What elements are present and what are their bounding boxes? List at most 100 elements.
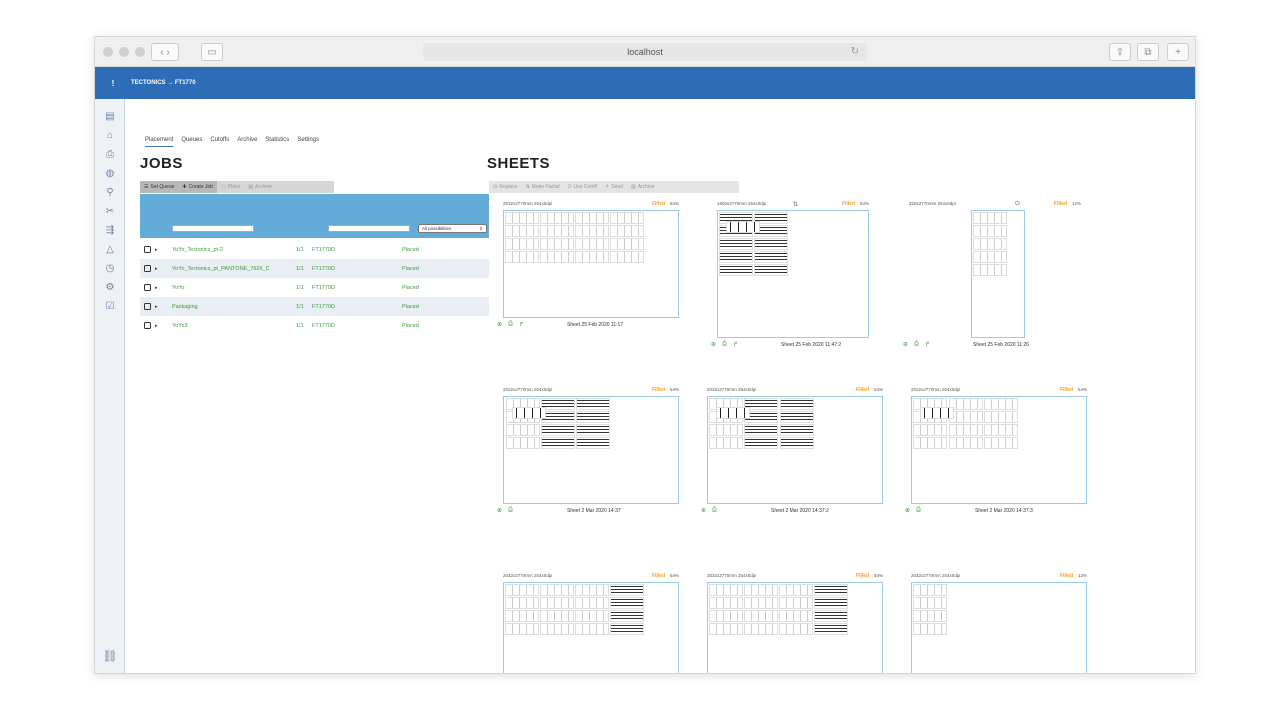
info-icon[interactable]: ⊕ <box>701 507 706 514</box>
name-filter-input[interactable] <box>172 225 254 232</box>
sheet-preview[interactable] <box>971 210 1025 338</box>
tab-statistics[interactable]: Statistics <box>265 137 289 147</box>
cutoff-icon[interactable]: ⏻ <box>1015 201 1020 208</box>
close-dot[interactable] <box>103 47 113 57</box>
ink-icon[interactable]: ◍ <box>95 164 125 183</box>
table-row[interactable]: ▸ YoYo_Tectonics_pt_PANTONE_7626_C 1/1 FT1… <box>140 259 489 278</box>
print-icon[interactable]: ⎙ <box>508 507 513 514</box>
window-controls <box>103 47 145 57</box>
share-icon[interactable]: ↱ <box>519 321 524 328</box>
tab-settings[interactable]: Settings <box>297 137 319 147</box>
send-icon: ↱ <box>605 184 610 190</box>
menu-icon[interactable]: ! <box>95 79 131 88</box>
expand-arrow-icon[interactable]: ▸ <box>155 323 158 329</box>
expand-arrow-icon[interactable]: ▸ <box>155 266 158 272</box>
row-checkbox[interactable] <box>144 303 151 310</box>
tabs-icon[interactable]: ⧉ <box>1137 43 1159 61</box>
send-button[interactable]: ↱ Send <box>601 181 627 193</box>
info-icon[interactable]: ⊕ <box>497 321 502 328</box>
sheet-card[interactable]: 2032x2770mm 254x0dpi Filled 54% ⊕ ⎙ Sheet 2 … <box>497 387 679 517</box>
row-checkbox[interactable] <box>144 265 151 272</box>
network-icon[interactable]: ⚲ <box>95 183 125 202</box>
clock-icon[interactable]: ◷ <box>95 259 125 278</box>
split-icon[interactable]: ⇶ <box>95 221 125 240</box>
sheet-preview[interactable] <box>707 396 883 504</box>
link-icon[interactable]: ⛓ <box>95 649 125 663</box>
expand-arrow-icon[interactable]: ▸ <box>155 285 158 291</box>
gear-icon[interactable]: ⚙ <box>95 278 125 297</box>
queue-filter-input[interactable] <box>328 225 410 232</box>
print-icon[interactable]: ⎙ <box>914 341 919 348</box>
print-icon[interactable]: ⎙ <box>722 341 727 348</box>
sheet-card[interactable]: 2032x2770mm 254x0dpi Filled 54% ⊕ ⎙ Sheet 2 … <box>701 387 883 517</box>
place-button[interactable]: ▢ Place <box>217 181 244 193</box>
create-job-button[interactable]: ✚ Create Job <box>178 181 218 193</box>
sheet-preview[interactable] <box>503 396 679 504</box>
sheet-preview[interactable] <box>707 582 883 673</box>
sheet-label: Sheet 25 Feb 2020 11:17 <box>567 322 624 328</box>
scissors-icon[interactable]: ✂ <box>95 202 125 221</box>
expand-arrow-icon[interactable]: ▸ <box>155 247 158 253</box>
sheet-card[interactable]: 2032x2770mm 254x0dpi Filled 54% ⊕ ⎙ Sheet 2 … <box>905 387 1087 517</box>
back-forward-buttons[interactable]: ‹ › <box>151 43 179 61</box>
sheet-card[interactable]: 1600x2770mm 254x0dpi ⇅ Filled 54% ⊕ ⎙ ↱ Sheet … <box>711 201 869 351</box>
set-queue-button[interactable]: ☰ Set Queue <box>140 181 179 193</box>
sheet-label: Sheet 25 Feb 2020 11:26 <box>973 342 1030 348</box>
table-row[interactable]: ▸ YoYo 1/1 FT1770D Placed <box>140 278 489 297</box>
filled-label: Filled <box>841 201 855 207</box>
use-cutoff-button[interactable]: ⏻ Use Cutoff <box>564 181 602 193</box>
place-icon: ▢ <box>221 184 226 190</box>
home-icon[interactable]: ⌂ <box>95 126 125 145</box>
tab-placement[interactable]: Placement <box>145 137 174 147</box>
warning-icon[interactable]: △ <box>95 240 125 259</box>
sheet-card[interactable]: 2032x2770mm 254x0dpi Filled 13% <box>911 573 1087 673</box>
sheet-preview[interactable] <box>911 396 1087 504</box>
sheet-card[interactable]: 2032x2770mm 254x0dpi Filled 54% <box>707 573 883 673</box>
make-partial-button[interactable]: ⇅ Make Partial <box>522 181 564 193</box>
row-checkbox[interactable] <box>144 284 151 291</box>
row-checkbox[interactable] <box>144 246 151 253</box>
table-row[interactable]: ▸ YoYo_Tectonics_pt-2 1/1 FT1770D Placed <box>140 240 489 259</box>
sidebar: ▤ ⌂ ⎙ ◍ ⚲ ✂ ⇶ △ ◷ ⚙ ☑ ⛓ <box>95 99 125 673</box>
sheet-preview[interactable] <box>717 210 869 338</box>
status-filter-select[interactable]: All possibilities ⇕ <box>418 224 487 233</box>
database-icon[interactable]: ▤ <box>95 107 125 126</box>
reload-icon[interactable]: ↻ <box>851 46 859 57</box>
info-icon[interactable]: ⊕ <box>497 507 502 514</box>
share-icon[interactable]: ⇪ <box>1109 43 1131 61</box>
print-icon[interactable]: ⎙ <box>916 507 921 514</box>
expand-arrow-icon[interactable]: ▸ <box>155 304 158 310</box>
replace-button[interactable]: ⊟ Replace <box>489 181 522 193</box>
info-icon[interactable]: ⊕ <box>711 341 716 348</box>
jobs-table-header: All possibilities ⇕ <box>140 194 489 238</box>
sheet-card[interactable]: 2032x2770mm 254x0dpi Filled 54% ⊕ ⎙ ↱ Sheet 2… <box>497 201 679 331</box>
sheet-preview[interactable] <box>503 582 679 673</box>
table-row[interactable]: ▸ YoYo3 1/1 FT1770D Placed <box>140 316 489 335</box>
tab-cutoffs[interactable]: Cutoffs <box>210 137 229 147</box>
minimize-dot[interactable] <box>119 47 129 57</box>
print-icon[interactable]: ⎙ <box>508 321 513 328</box>
sheet-card[interactable]: 2032x2770mm 254x0dpi Filled 54% <box>503 573 679 673</box>
zoom-dot[interactable] <box>135 47 145 57</box>
printer-icon[interactable]: ⎙ <box>95 145 125 164</box>
filled-label: Filled <box>651 387 665 393</box>
sheet-card[interactable]: 320x2770mm 254x0dpi ⏻ Filled 12% ⊕ ⎙ ↱ Sheet 2… <box>903 201 1081 351</box>
address-bar[interactable]: localhost ↻ <box>423 43 867 61</box>
new-tab-icon[interactable]: + <box>1167 43 1189 61</box>
checklist-icon[interactable]: ☑ <box>95 297 125 316</box>
archive-button[interactable]: ▤ Archive <box>244 181 275 193</box>
sheet-preview[interactable] <box>503 210 679 318</box>
tab-queues[interactable]: Queues <box>181 137 202 147</box>
share-icon[interactable]: ↱ <box>733 341 738 348</box>
sheet-archive-button[interactable]: ▤ Archive <box>627 181 658 193</box>
rotate-icon[interactable]: ⇅ <box>793 201 798 208</box>
info-icon[interactable]: ⊕ <box>905 507 910 514</box>
tab-archive[interactable]: Archive <box>237 137 257 147</box>
sheet-preview[interactable] <box>911 582 1087 673</box>
info-icon[interactable]: ⊕ <box>903 341 908 348</box>
table-row[interactable]: ▸ Packaging 1/1 FT1770D Placed <box>140 297 489 316</box>
sidebar-toggle-icon[interactable]: ▭ <box>201 43 223 61</box>
row-checkbox[interactable] <box>144 322 151 329</box>
share-icon[interactable]: ↱ <box>925 341 930 348</box>
print-icon[interactable]: ⎙ <box>712 507 717 514</box>
